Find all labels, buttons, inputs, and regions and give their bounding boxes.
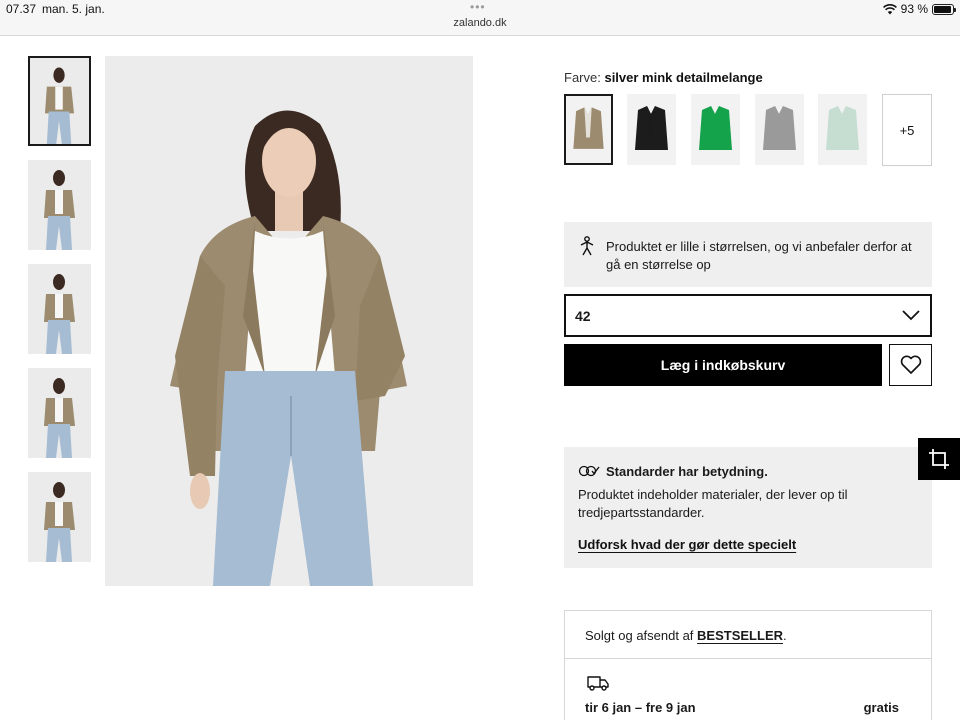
heart-icon xyxy=(900,355,921,374)
seller-info: Solgt og afsendt af BESTSELLER. xyxy=(585,628,787,643)
color-swatch[interactable] xyxy=(691,94,740,165)
date: man. 5. jan. xyxy=(42,2,105,16)
thumbnail-full-body[interactable] xyxy=(28,160,91,250)
swatch-jacket-image xyxy=(691,94,740,165)
sustainability-link[interactable]: Udforsk hvad der gør dette specielt xyxy=(578,537,796,552)
battery-percent: 93 % xyxy=(900,2,928,16)
crop-tool-button[interactable] xyxy=(918,438,960,480)
color-swatch[interactable] xyxy=(755,94,804,165)
sustainability-icon xyxy=(578,465,600,477)
thumbnail-back[interactable] xyxy=(28,264,91,354)
color-swatch[interactable] xyxy=(818,94,867,165)
fit-advice-text: Produktet er lille i størrelsen, og vi a… xyxy=(606,239,912,272)
color-swatch[interactable] xyxy=(627,94,676,165)
thumbnail-detail[interactable] xyxy=(28,368,91,458)
more-dots-icon[interactable]: ••• xyxy=(470,0,486,14)
sustainability-box: Standarder har betydning. Produktet inde… xyxy=(564,447,932,568)
battery-icon xyxy=(932,3,956,15)
color-label: Farve: silver mink detailmelange xyxy=(564,70,763,85)
swatch-jacket-image xyxy=(818,94,867,165)
seller-name-link[interactable]: BESTSELLER xyxy=(697,628,783,643)
wifi-icon xyxy=(882,3,897,14)
seller-prefix: Solgt og afsendt af xyxy=(585,628,694,643)
browser-status-bar: 07.37 man. 5. jan. ••• zalando.dk 93 % xyxy=(0,0,960,36)
clock: 07.37 xyxy=(6,2,37,16)
fit-advice-box: Produktet er lille i størrelsen, og vi a… xyxy=(564,222,932,287)
color-prefix: Farve: xyxy=(564,70,601,85)
delivery-price: gratis xyxy=(863,700,899,715)
size-fit-icon xyxy=(580,236,594,256)
thumbnail-image xyxy=(28,264,91,354)
sustainability-title: Standarder har betydning. xyxy=(606,464,768,479)
swatch-jacket-image xyxy=(755,94,804,165)
wishlist-button[interactable] xyxy=(889,344,932,386)
thumbnail-image xyxy=(28,368,91,458)
delivery-dates: tir 6 jan – fre 9 jan xyxy=(585,700,696,715)
thumbnail-image xyxy=(28,160,91,250)
swatch-jacket-image xyxy=(627,94,676,165)
size-select[interactable]: 42 xyxy=(564,294,932,337)
swatch-jacket-image xyxy=(566,96,611,163)
color-name: silver mink detailmelange xyxy=(604,70,763,85)
add-to-cart-button[interactable]: Læg i indkøbskurv xyxy=(564,344,882,386)
thumbnail-front[interactable] xyxy=(28,56,91,146)
sustainability-text: Produktet indeholder materialer, der lev… xyxy=(578,487,848,520)
more-colors-button[interactable]: +5 xyxy=(882,94,932,166)
model-illustration xyxy=(105,56,473,586)
crop-icon xyxy=(929,449,949,469)
chevron-down-icon xyxy=(902,310,920,321)
address-bar-url[interactable]: zalando.dk xyxy=(0,17,960,29)
delivery-truck-icon xyxy=(587,676,609,691)
divider xyxy=(565,658,931,659)
color-swatch[interactable] xyxy=(564,94,613,165)
thumbnail-image xyxy=(30,58,89,144)
status-indicators: 93 % xyxy=(882,2,956,16)
selected-size: 42 xyxy=(575,308,591,324)
seller-delivery-box: Solgt og afsendt af BESTSELLER. tir 6 ja… xyxy=(564,610,932,720)
thumbnail-walking[interactable] xyxy=(28,472,91,562)
main-product-image[interactable] xyxy=(105,56,473,586)
thumbnail-image xyxy=(28,472,91,562)
seller-suffix: . xyxy=(783,628,787,643)
